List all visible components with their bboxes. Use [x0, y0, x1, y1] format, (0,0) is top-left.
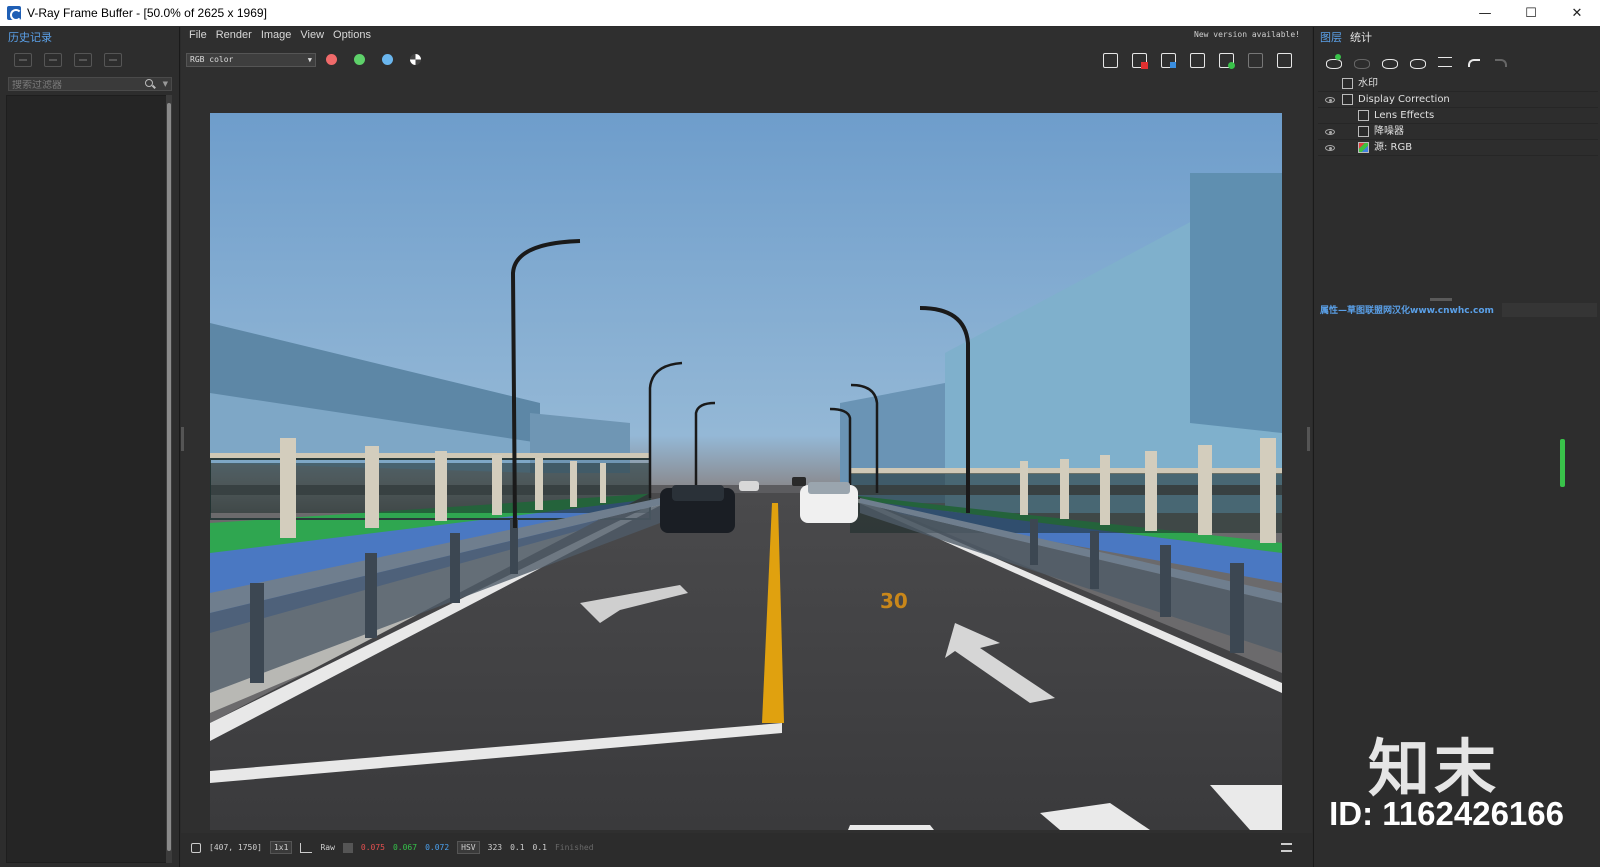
channel-select-value: RGB color [190, 55, 234, 64]
add-layer-icon[interactable] [1324, 53, 1344, 71]
red-channel-icon[interactable] [326, 54, 337, 65]
close-button[interactable]: ✕ [1554, 0, 1600, 26]
layer-row[interactable]: 水印 [1318, 76, 1598, 92]
layer-row[interactable]: 降噪器 [1318, 124, 1598, 140]
eye-icon[interactable] [1325, 97, 1335, 103]
clear-image-icon[interactable] [1129, 50, 1149, 70]
history-list[interactable] [6, 95, 168, 863]
mono-channel-icon[interactable] [410, 54, 421, 65]
chevron-down-icon: ▼ [307, 56, 312, 64]
green-channel-icon[interactable] [354, 54, 365, 65]
history-panel: 历史记录 ▼ [0, 27, 180, 867]
color-space-select[interactable]: HSV [457, 841, 480, 854]
tab-layers[interactable]: 图层 [1320, 29, 1342, 45]
menu-render[interactable]: Render [216, 29, 252, 41]
layer-label: 源: RGB [1374, 142, 1413, 153]
menu-view[interactable]: View [300, 29, 324, 41]
frame-buffer-view: File Render Image View Options New versi… [181, 27, 1312, 867]
road-speed-marking: 30 [880, 589, 908, 613]
render-icon[interactable] [1274, 50, 1294, 70]
stop-render-icon[interactable] [1245, 50, 1265, 70]
status-bar: [407, 1750] 1x1 Raw 0.075 0.067 0.072 HS… [181, 833, 1312, 867]
tab-stats[interactable]: 统计 [1350, 29, 1372, 45]
undo-icon[interactable] [1464, 53, 1484, 71]
layer-label: Display Correction [1358, 94, 1450, 105]
search-icon[interactable] [145, 79, 153, 87]
scrollbar-thumb[interactable] [167, 103, 171, 851]
menu-bar: File Render Image View Options [189, 29, 371, 41]
redo-icon[interactable] [1492, 53, 1512, 71]
chevron-down-icon[interactable]: ▼ [163, 80, 168, 88]
tab-history[interactable]: 历史记录 [8, 29, 52, 45]
rgb-source-icon [1358, 142, 1369, 153]
pixel-v: 0.1 [532, 843, 547, 852]
history-scrollbar[interactable] [166, 95, 172, 863]
pixel-g: 0.067 [392, 843, 418, 852]
remove-layer-icon[interactable] [1352, 53, 1372, 71]
window-title: V-Ray Frame Buffer - [50.0% of 2625 x 19… [27, 6, 267, 20]
vray-app-icon [7, 6, 22, 21]
zoom-select[interactable]: 1x1 [269, 841, 293, 854]
layer-icon [1342, 78, 1353, 89]
layer-row[interactable]: Lens Effects [1318, 108, 1598, 124]
properties-label: 属性—草图联盟网汉化www.cnwhc.com [1320, 306, 1494, 316]
curve-icon[interactable] [300, 842, 313, 853]
pixel-b: 0.072 [425, 843, 450, 852]
blue-channel-icon[interactable] [382, 54, 393, 65]
track-mouse-icon[interactable] [1187, 50, 1207, 70]
render-scene: 30 [210, 113, 1282, 830]
color-swatch [342, 842, 353, 853]
pin-icon[interactable] [191, 842, 201, 853]
layer-label: 降噪器 [1374, 126, 1404, 137]
properties-header: 属性—草图联盟网汉化www.cnwhc.com [1320, 303, 1600, 317]
panel-splitter[interactable] [1430, 298, 1452, 301]
layer-row[interactable]: Display Correction [1318, 92, 1598, 108]
save-image-icon[interactable] [1100, 50, 1120, 70]
pixel-r: 0.075 [360, 843, 385, 852]
title-bar: V-Ray Frame Buffer - [50.0% of 2625 x 19… [0, 0, 1600, 26]
properties-scrollbar[interactable] [1560, 439, 1565, 487]
layer-icon [1342, 94, 1353, 105]
left-panel-splitter[interactable] [181, 427, 184, 451]
color-mode: Raw [320, 843, 335, 852]
new-version-link[interactable]: New version available! [1194, 30, 1300, 39]
right-panel-splitter[interactable] [1307, 427, 1310, 451]
maximize-button[interactable]: ☐ [1508, 0, 1554, 26]
save-layers-icon[interactable] [1380, 53, 1400, 71]
region-render-icon[interactable] [1158, 50, 1178, 70]
render-interactive-icon[interactable] [1216, 50, 1236, 70]
log-icon[interactable] [1281, 843, 1292, 852]
pixel-h: 323 [487, 843, 503, 852]
history-search-input[interactable] [9, 79, 139, 92]
minimize-button[interactable]: — [1462, 0, 1508, 26]
history-search: ▼ [8, 77, 172, 92]
eye-icon[interactable] [1325, 145, 1335, 151]
layer-row[interactable]: 源: RGB [1318, 140, 1598, 156]
layer-icon [1358, 110, 1369, 121]
properties-box [1502, 303, 1597, 317]
menu-options[interactable]: Options [333, 29, 371, 41]
pixel-coords: [407, 1750] [209, 843, 262, 852]
layer-label: 水印 [1358, 78, 1378, 89]
menu-image[interactable]: Image [261, 29, 292, 41]
layer-icon [1358, 126, 1369, 137]
history-load-icon[interactable] [74, 53, 92, 67]
layer-list-icon[interactable] [1436, 53, 1456, 71]
history-save-icon[interactable] [14, 53, 32, 67]
history-remove-icon[interactable] [104, 53, 122, 67]
eye-icon[interactable] [1325, 129, 1335, 135]
rendered-image[interactable]: 30 [210, 113, 1282, 830]
load-layers-icon[interactable] [1408, 53, 1428, 71]
channel-select[interactable]: RGB color ▼ [186, 53, 316, 67]
layer-tree: 水印 Display Correction Lens Effects 降噪器 源… [1318, 76, 1598, 160]
menu-file[interactable]: File [189, 29, 207, 41]
history-compare-icon[interactable] [44, 53, 62, 67]
layer-label: Lens Effects [1374, 110, 1435, 121]
pixel-s: 0.1 [510, 843, 525, 852]
render-status: Finished [554, 843, 594, 852]
watermark-id: ID: 1162426166 [1329, 795, 1564, 832]
